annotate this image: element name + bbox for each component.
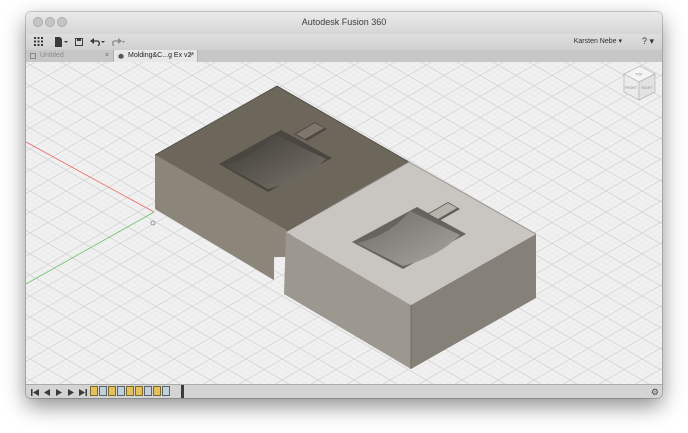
undo-icon[interactable] [90,35,106,48]
play-icon[interactable] [55,388,63,397]
app-window: Autodesk Fusion 360 Karsten Nebe ▾ ? ▾ U… [26,12,662,398]
redo-icon[interactable] [110,35,126,48]
skip-to-end-icon[interactable] [79,388,87,397]
timeline-extrude-icon[interactable] [144,386,152,396]
close-tab-icon[interactable]: × [105,50,109,62]
document-icon [30,53,36,59]
help-menu[interactable]: ? ▾ [642,36,654,47]
model-canvas[interactable]: TOP FRONT RIGHT [26,62,662,384]
timeline-features [90,386,170,396]
timeline-extrude-icon[interactable] [99,386,107,396]
file-menu-icon[interactable] [54,35,68,48]
close-tab-icon[interactable]: × [189,50,193,62]
window-title: Autodesk Fusion 360 [301,17,387,27]
save-icon[interactable] [74,35,84,48]
viewcube-right-label: RIGHT [642,86,654,90]
step-forward-icon[interactable] [67,388,75,397]
timeline-extrude-icon[interactable] [162,386,170,396]
timeline-extrude-icon[interactable] [117,386,125,396]
tab-label: Molding&C...g Ex v2* [128,52,195,59]
toolbar: Karsten Nebe ▾ ? ▾ [26,34,662,51]
viewcube-front-label: FRONT [625,86,638,90]
canvas-viewport[interactable]: TOP FRONT RIGHT [26,62,662,384]
timeline-sketch-icon[interactable] [135,386,143,396]
step-back-icon[interactable] [43,388,51,397]
timeline-sketch-icon[interactable] [153,386,161,396]
playback-controls [31,387,87,397]
timeline-marker[interactable] [181,385,184,398]
app-grid-icon[interactable] [32,35,44,48]
timeline-sketch-icon[interactable] [90,386,98,396]
timeline-sketch-icon[interactable] [108,386,116,396]
tab-untitled[interactable]: Untitled × [26,50,114,62]
timeline-combine-icon[interactable] [126,386,134,396]
title-bar: Autodesk Fusion 360 [26,12,662,34]
design-icon [118,53,124,59]
user-menu[interactable]: Karsten Nebe ▾ [574,37,622,45]
tab-molding[interactable]: Molding&C...g Ex v2* × [114,50,198,62]
timeline-bar: ⚙ [26,384,662,398]
timeline-settings-gear-icon[interactable]: ⚙ [651,387,659,398]
skip-to-start-icon[interactable] [31,388,39,397]
viewcube-top-label: TOP [635,73,643,77]
tab-label: Untitled [40,52,64,59]
